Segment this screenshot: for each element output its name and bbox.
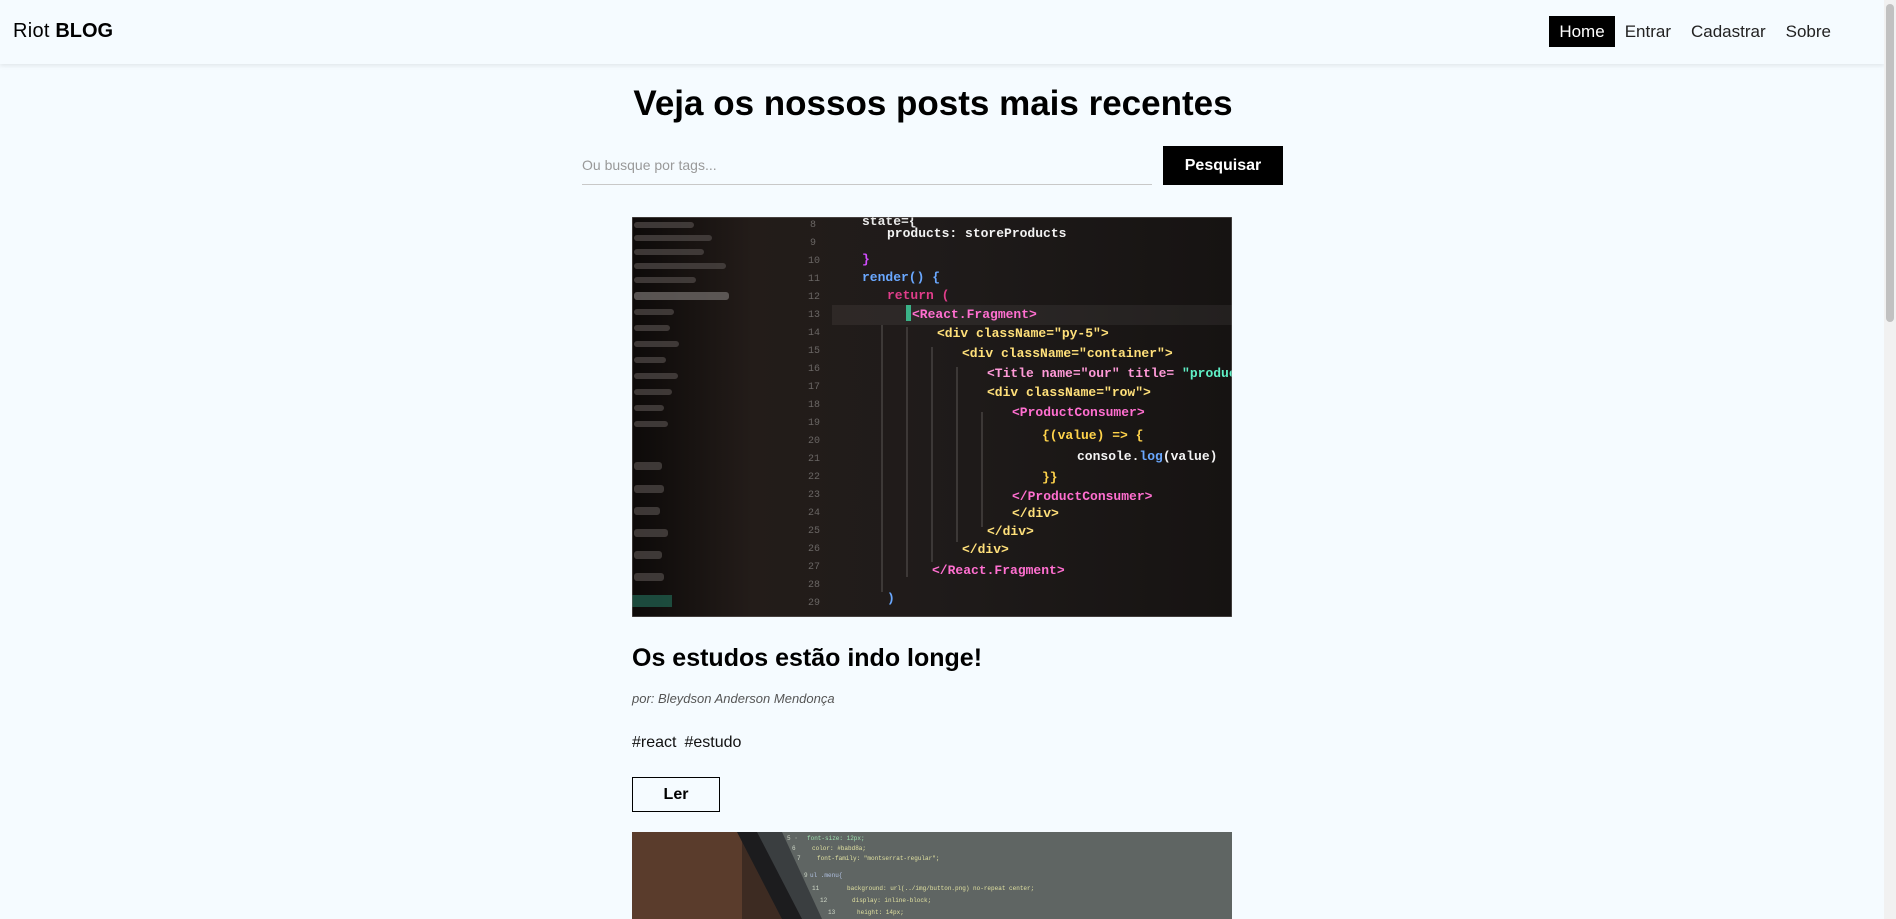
brand-light: Riot [13,20,50,42]
svg-text:10: 10 [808,256,820,267]
svg-text:5 ·: 5 · [787,835,798,842]
svg-text:21: 21 [808,454,820,465]
svg-text:17: 17 [808,382,820,393]
svg-text:26: 26 [808,544,820,555]
svg-text:font-family: "montserrat-regul: font-family: "montserrat-regular"; [817,855,939,862]
svg-text:<Title name="our" title= "prod: <Title name="our" title= "product [987,366,1232,381]
svg-text:23: 23 [808,490,820,501]
nav-cadastrar[interactable]: Cadastrar [1681,16,1776,47]
tag-react[interactable]: #react [632,734,676,752]
svg-text:display: inline-block;: display: inline-block; [852,897,931,904]
svg-text:22: 22 [808,472,820,483]
nav-links: Home Entrar Cadastrar Sobre [1549,16,1841,47]
post-card: 8 9 10 11 12 13 14 15 16 17 18 19 20 21 22 23 24 25 … [632,217,1232,812]
svg-text:18: 18 [808,400,820,411]
svg-text:console.log(value): console.log(value) [1077,449,1217,464]
svg-text:}: } [862,252,870,267]
read-button[interactable]: Ler [632,777,720,812]
svg-text:12: 12 [820,897,828,904]
brand-bold: BLOG [55,20,114,42]
svg-text:6: 6 [792,845,796,852]
svg-text:color: #babd8a;: color: #babd8a; [812,845,866,852]
search-input[interactable] [582,146,1152,185]
nav-entrar[interactable]: Entrar [1615,16,1681,47]
svg-text:29: 29 [808,598,820,609]
nav-home[interactable]: Home [1549,16,1615,47]
svg-text:</div>: </div> [987,524,1034,539]
top-navbar: Riot BLOG Home Entrar Cadastrar Sobre [0,0,1884,64]
svg-text:16: 16 [808,364,820,375]
svg-text:14: 14 [808,328,820,339]
post-title[interactable]: Os estudos estão indo longe! [632,644,1232,673]
tag-estudo[interactable]: #estudo [684,734,741,752]
scrollbar[interactable] [1884,0,1896,919]
post-tags: #react #estudo [632,734,1232,752]
svg-text:12: 12 [808,292,820,303]
svg-text:<div className="row">: <div className="row"> [987,385,1151,400]
svg-text:27: 27 [808,562,820,573]
svg-text:{(value) => {: {(value) => { [1042,428,1143,443]
svg-text:28: 28 [808,580,820,591]
svg-text:): ) [887,591,895,606]
post-card: 5 · font-size: 12px; 6 color: #babd8a; 7 fo… [632,832,1232,919]
svg-text:<ProductConsumer>: <ProductConsumer> [1012,405,1145,420]
svg-text:<div className="container">: <div className="container"> [962,346,1173,361]
search-button[interactable]: Pesquisar [1163,146,1283,185]
svg-text:background: url(../img/button.: background: url(../img/button.png) no-re… [847,885,1034,892]
post-image[interactable]: 8910 111213 141516 171819 202122 232425 … [632,217,1232,617]
svg-text:9: 9 [810,238,816,249]
svg-text:7: 7 [797,855,801,862]
svg-text:</ProductConsumer>: </ProductConsumer> [1012,489,1153,504]
svg-text:24: 24 [808,508,820,519]
scrollbar-thumb[interactable] [1886,4,1894,322]
svg-text:15: 15 [808,346,820,357]
svg-text:13: 13 [828,909,836,916]
post-image[interactable]: 5 · font-size: 12px; 6 color: #babd8a; 7 fo… [632,832,1232,919]
svg-text:render() {: render() { [862,270,940,285]
svg-text:20: 20 [808,436,820,447]
svg-text:13: 13 [808,310,820,321]
svg-text:</div>: </div> [1012,506,1059,521]
svg-text:<React.Fragment>: <React.Fragment> [912,307,1037,322]
svg-text:11: 11 [812,885,820,892]
post-author: por: Bleydson Anderson Mendonça [632,691,835,706]
svg-text:font-size: 12px;: font-size: 12px; [807,835,865,842]
svg-text:height: 14px;: height: 14px; [857,909,904,916]
svg-text:9: 9 [804,872,808,879]
svg-text:ul .menu{: ul .menu{ [810,872,843,879]
svg-text:<div className="py-5">: <div className="py-5"> [937,326,1109,341]
code-line: products: storeProducts [887,226,1067,241]
svg-text:</div>: </div> [962,542,1009,557]
search-bar: Pesquisar [582,146,1283,186]
svg-text:}}: }} [1042,470,1058,485]
page-title: Veja os nossos posts mais recentes [633,84,1233,123]
svg-text:11: 11 [808,274,820,285]
svg-text:25: 25 [808,526,820,537]
svg-text:return (: return ( [887,288,949,303]
svg-text:8: 8 [810,220,816,231]
svg-text:19: 19 [808,418,820,429]
brand-logo[interactable]: Riot BLOG [13,20,113,43]
svg-text:</React.Fragment>: </React.Fragment> [932,563,1065,578]
nav-sobre[interactable]: Sobre [1776,16,1841,47]
